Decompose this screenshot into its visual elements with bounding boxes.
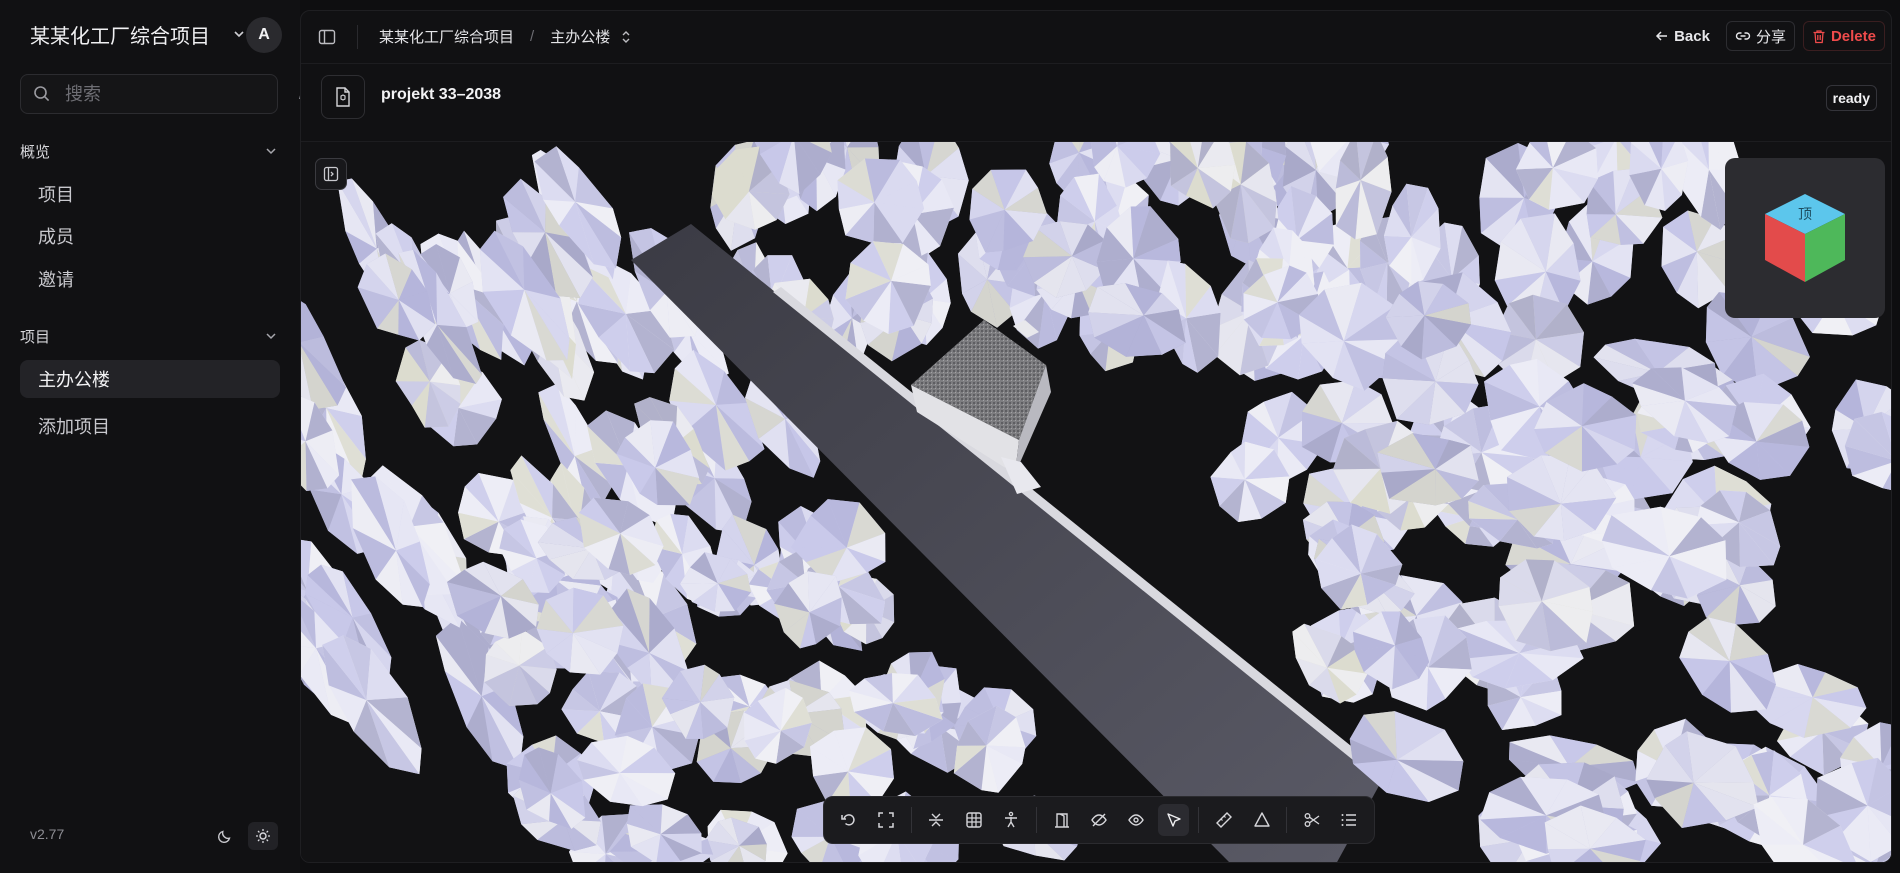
grid-icon[interactable]: [958, 804, 989, 836]
search-input[interactable]: [63, 82, 299, 106]
search-box[interactable]: /: [20, 74, 303, 114]
area-triangle-icon[interactable]: [1246, 804, 1277, 836]
share-label: 分享: [1755, 28, 1786, 46]
document-name: projekt 33–2038: [381, 86, 502, 103]
hide-icon[interactable]: [1083, 804, 1114, 836]
breadcrumb-separator: /: [530, 28, 535, 45]
back-button[interactable]: Back: [1647, 21, 1718, 51]
status-badge: ready: [1825, 85, 1877, 111]
sidebar-item-members[interactable]: 成员: [20, 217, 280, 255]
show-icon[interactable]: [1121, 804, 1152, 836]
sidebar-item-add-project[interactable]: 添加项目: [20, 407, 280, 445]
delete-button[interactable]: Delete: [1802, 21, 1885, 51]
select-cursor-icon[interactable]: [1158, 804, 1190, 836]
cut-scissors-icon[interactable]: [1296, 804, 1327, 836]
section-projects-header[interactable]: 项目: [20, 323, 278, 349]
fullscreen-icon[interactable]: [870, 804, 901, 836]
main-panel: 某某化工厂综合项目 / 主办公楼 Back 分享 Delete projekt …: [300, 10, 1892, 863]
sidebar-item-main-office[interactable]: 主办公楼: [20, 360, 280, 398]
3d-viewport[interactable]: 顶: [301, 142, 1892, 863]
avatar[interactable]: A: [246, 17, 282, 53]
top-actions: Back 分享 Delete: [1647, 21, 1885, 51]
workspace-switcher[interactable]: 某某化工厂综合项目 A: [20, 14, 282, 54]
workspace-name: 某某化工厂综合项目: [30, 25, 210, 48]
section-plane-icon[interactable]: [921, 804, 952, 836]
divider: [910, 807, 912, 833]
sidebar-toggle-icon[interactable]: [315, 25, 339, 49]
viewer-toolbar: [823, 796, 1375, 844]
link-icon: [1735, 28, 1751, 44]
app-version: v2.77: [30, 826, 65, 842]
door-icon[interactable]: [1046, 804, 1077, 836]
nav-cube[interactable]: 顶: [1725, 158, 1885, 318]
divider: [1198, 807, 1200, 833]
trash-icon: [1812, 29, 1826, 44]
section-overview-header[interactable]: 概览: [20, 138, 278, 164]
model-scene[interactable]: [301, 142, 1892, 863]
sun-icon[interactable]: [248, 822, 278, 850]
list-icon[interactable]: [1334, 804, 1365, 836]
navcube-top-label: 顶: [1798, 207, 1812, 223]
chevron-down-icon: [264, 329, 278, 343]
divider: [357, 25, 358, 49]
walk-person-icon[interactable]: [996, 804, 1027, 836]
sidebar-item-projects[interactable]: 项目: [20, 175, 280, 213]
chevron-down-icon: [264, 144, 278, 158]
delete-label: Delete: [1830, 27, 1876, 45]
undo-icon[interactable]: [833, 804, 864, 836]
divider: [1286, 807, 1288, 833]
divider: [1035, 807, 1037, 833]
panel-toggle-icon[interactable]: [315, 158, 347, 190]
share-button[interactable]: 分享: [1725, 21, 1795, 51]
sidebar-item-invites[interactable]: 邀请: [20, 260, 280, 298]
back-label: Back: [1674, 27, 1710, 45]
search-icon: [33, 84, 51, 104]
sidebar: 某某化工厂综合项目 A / 概览 项目 成员 邀请 项目 主办公楼 添加项目 v…: [0, 0, 303, 873]
file-model-icon[interactable]: [321, 75, 365, 119]
moon-icon[interactable]: [210, 822, 240, 850]
chevron-up-down-icon[interactable]: [620, 29, 632, 45]
breadcrumb-project[interactable]: 某某化工厂综合项目: [379, 26, 514, 47]
measure-ruler-icon[interactable]: [1208, 804, 1239, 836]
document-bar: projekt 33–2038 ready: [301, 63, 1891, 142]
section-projects-label: 项目: [20, 328, 51, 346]
breadcrumb-current[interactable]: 主办公楼: [550, 26, 610, 47]
arrow-left-icon: [1655, 29, 1669, 43]
breadcrumb: 某某化工厂综合项目 / 主办公楼: [379, 26, 632, 47]
theme-toggle[interactable]: [206, 820, 282, 852]
top-bar: 某某化工厂综合项目 / 主办公楼 Back 分享 Delete: [301, 11, 1891, 64]
section-overview-label: 概览: [20, 143, 51, 161]
